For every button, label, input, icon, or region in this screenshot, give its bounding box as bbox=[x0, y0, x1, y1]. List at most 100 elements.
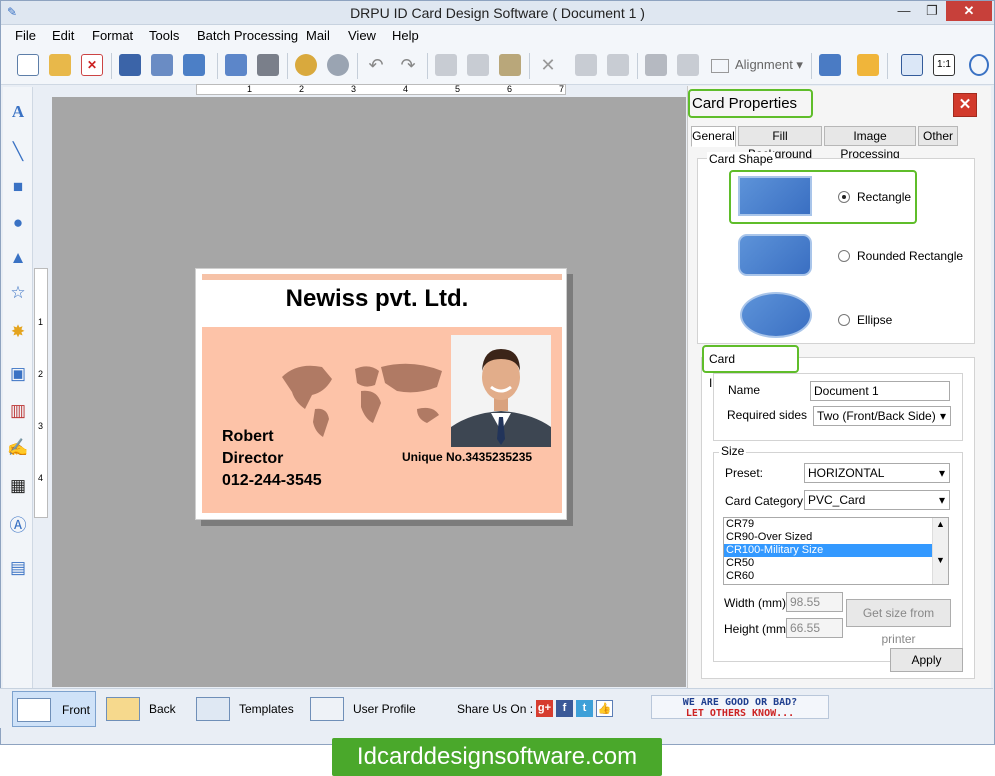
grid-icon[interactable] bbox=[819, 54, 841, 76]
list-item[interactable]: CR79 bbox=[724, 518, 948, 531]
clipart-tool-icon[interactable]: ✸ bbox=[7, 321, 29, 343]
rate-us-banner[interactable]: WE ARE GOOD OR BAD? LET OTHERS KNOW... bbox=[651, 695, 829, 719]
mail-icon[interactable] bbox=[857, 54, 879, 76]
rectangle-tool-icon[interactable]: ■ bbox=[7, 176, 29, 198]
ellipse-radio[interactable] bbox=[838, 314, 850, 326]
image-tool-icon[interactable]: ▣ bbox=[7, 363, 29, 385]
card-top-stripe bbox=[202, 274, 562, 280]
maximize-icon[interactable]: ❐ bbox=[918, 1, 946, 21]
close-document-icon[interactable]: ✕ bbox=[81, 54, 103, 76]
rectangle-shape-preview[interactable] bbox=[738, 176, 812, 216]
copy-icon[interactable] bbox=[467, 54, 489, 76]
open-icon[interactable] bbox=[49, 54, 71, 76]
card-person-name[interactable]: Robert bbox=[222, 428, 274, 446]
bring-front-icon[interactable] bbox=[575, 54, 597, 76]
user-profile-button[interactable]: User Profile bbox=[306, 691, 426, 727]
card-unique-no[interactable]: Unique No.3435235235 bbox=[402, 450, 532, 464]
card-size-list[interactable]: CR79 CR90-Over Sized CR100-Military Size… bbox=[723, 517, 949, 585]
save-as-icon[interactable] bbox=[151, 54, 173, 76]
menu-tools[interactable]: Tools bbox=[149, 28, 179, 43]
fit-to-window-icon[interactable] bbox=[901, 54, 923, 76]
front-button[interactable]: Front bbox=[12, 691, 96, 727]
line-tool-icon[interactable]: ╲ bbox=[7, 141, 29, 163]
menu-format[interactable]: Format bbox=[92, 28, 133, 43]
undo-icon[interactable]: ↶ bbox=[365, 54, 387, 76]
new-icon[interactable] bbox=[17, 54, 39, 76]
send-back-icon[interactable] bbox=[607, 54, 629, 76]
get-size-from-printer-button[interactable]: Get size from printer bbox=[846, 599, 951, 646]
delete-icon[interactable]: ✕ bbox=[537, 54, 559, 76]
zoom-icon[interactable] bbox=[969, 54, 989, 76]
cut-icon[interactable] bbox=[435, 54, 457, 76]
card-shape-label: Card Shape bbox=[707, 152, 776, 166]
google-plus-icon[interactable]: g+ bbox=[536, 700, 553, 717]
list-item-selected[interactable]: CR100-Military Size bbox=[724, 544, 948, 557]
list-item[interactable]: CR50 bbox=[724, 557, 948, 570]
card-photo[interactable] bbox=[451, 335, 551, 447]
preset-select[interactable]: HORIZONTAL bbox=[804, 463, 950, 483]
star-tool-icon[interactable]: ☆ bbox=[7, 282, 29, 304]
apply-button[interactable]: Apply bbox=[890, 648, 963, 672]
required-sides-select[interactable]: Two (Front/Back Side) bbox=[813, 406, 951, 426]
tab-general[interactable]: General bbox=[691, 126, 736, 147]
database-list-icon[interactable] bbox=[327, 54, 349, 76]
barcode-tool-icon[interactable]: ▦ bbox=[7, 475, 29, 497]
watermark-tool-icon[interactable]: Ⓐ bbox=[7, 515, 29, 537]
signature-tool-icon[interactable]: ✍ bbox=[7, 437, 29, 459]
rounded-rectangle-radio[interactable] bbox=[838, 250, 850, 262]
ellipse-shape-preview[interactable] bbox=[740, 292, 812, 338]
tab-fill-background[interactable]: Fill Background bbox=[738, 126, 822, 161]
ellipse-radio-label[interactable]: Ellipse bbox=[857, 313, 892, 327]
menu-file[interactable]: File bbox=[15, 28, 36, 43]
menu-help[interactable]: Help bbox=[392, 28, 419, 43]
close-window-icon[interactable]: ✕ bbox=[946, 1, 992, 21]
print-preview-icon[interactable] bbox=[225, 54, 247, 76]
website-banner[interactable]: Idcarddesignsoftware.com bbox=[332, 738, 662, 776]
like-icon[interactable]: 👍 bbox=[596, 700, 613, 717]
text-tool-icon[interactable]: A bbox=[7, 101, 29, 123]
templates-button[interactable]: Templates bbox=[192, 691, 302, 727]
card-person-role[interactable]: Director bbox=[222, 450, 283, 468]
list-item[interactable]: CR90-Over Sized bbox=[724, 531, 948, 544]
menu-view[interactable]: View bbox=[348, 28, 376, 43]
rectangle-radio[interactable] bbox=[838, 191, 850, 203]
width-input[interactable]: 98.55 bbox=[786, 592, 843, 612]
menu-batch-processing[interactable]: Batch Processing bbox=[197, 28, 298, 43]
minimize-icon[interactable]: — bbox=[890, 1, 918, 21]
title-bar: ✎ DRPU ID Card Design Software ( Documen… bbox=[1, 1, 994, 25]
preset-label: Preset: bbox=[725, 466, 764, 480]
unlock-icon[interactable] bbox=[677, 54, 699, 76]
picture-tool-icon[interactable]: ▤ bbox=[7, 557, 29, 579]
facebook-icon[interactable]: f bbox=[556, 700, 573, 717]
triangle-tool-icon[interactable]: ▲ bbox=[7, 247, 29, 269]
twitter-icon[interactable]: t bbox=[576, 700, 593, 717]
id-card[interactable]: Newiss pvt. Ltd. Robert Director 012-244… bbox=[195, 268, 567, 520]
back-button[interactable]: Back bbox=[104, 691, 184, 727]
print-icon[interactable] bbox=[257, 54, 279, 76]
list-scrollbar[interactable]: ▲ ▼ bbox=[932, 518, 948, 584]
height-input[interactable]: 66.55 bbox=[786, 618, 843, 638]
list-item[interactable]: CR60 bbox=[724, 570, 948, 583]
actual-size-icon[interactable]: 1:1 bbox=[933, 54, 955, 76]
tab-other[interactable]: Other bbox=[918, 126, 958, 146]
menu-mail[interactable]: Mail bbox=[306, 28, 330, 43]
tab-image-processing[interactable]: Image Processing bbox=[824, 126, 916, 161]
alignment-dropdown[interactable]: Alignment ▾ bbox=[711, 54, 807, 76]
database-icon[interactable] bbox=[295, 54, 317, 76]
lock-icon[interactable] bbox=[645, 54, 667, 76]
ellipse-tool-icon[interactable]: ● bbox=[7, 212, 29, 234]
rounded-rectangle-shape-preview[interactable] bbox=[738, 234, 812, 276]
library-tool-icon[interactable]: ▥ bbox=[7, 400, 29, 422]
card-category-select[interactable]: PVC_Card bbox=[804, 490, 950, 510]
rounded-rectangle-radio-label[interactable]: Rounded Rectangle bbox=[857, 249, 963, 263]
panel-close-button[interactable]: ✕ bbox=[953, 93, 977, 117]
card-phone[interactable]: 012-244-3545 bbox=[222, 472, 322, 490]
card-company-name[interactable]: Newiss pvt. Ltd. bbox=[196, 285, 558, 313]
export-icon[interactable] bbox=[183, 54, 205, 76]
name-input[interactable]: Document 1 bbox=[810, 381, 950, 401]
paste-icon[interactable] bbox=[499, 54, 521, 76]
redo-icon[interactable]: ↷ bbox=[397, 54, 419, 76]
save-icon[interactable] bbox=[119, 54, 141, 76]
menu-edit[interactable]: Edit bbox=[52, 28, 74, 43]
rectangle-radio-label[interactable]: Rectangle bbox=[857, 190, 911, 204]
